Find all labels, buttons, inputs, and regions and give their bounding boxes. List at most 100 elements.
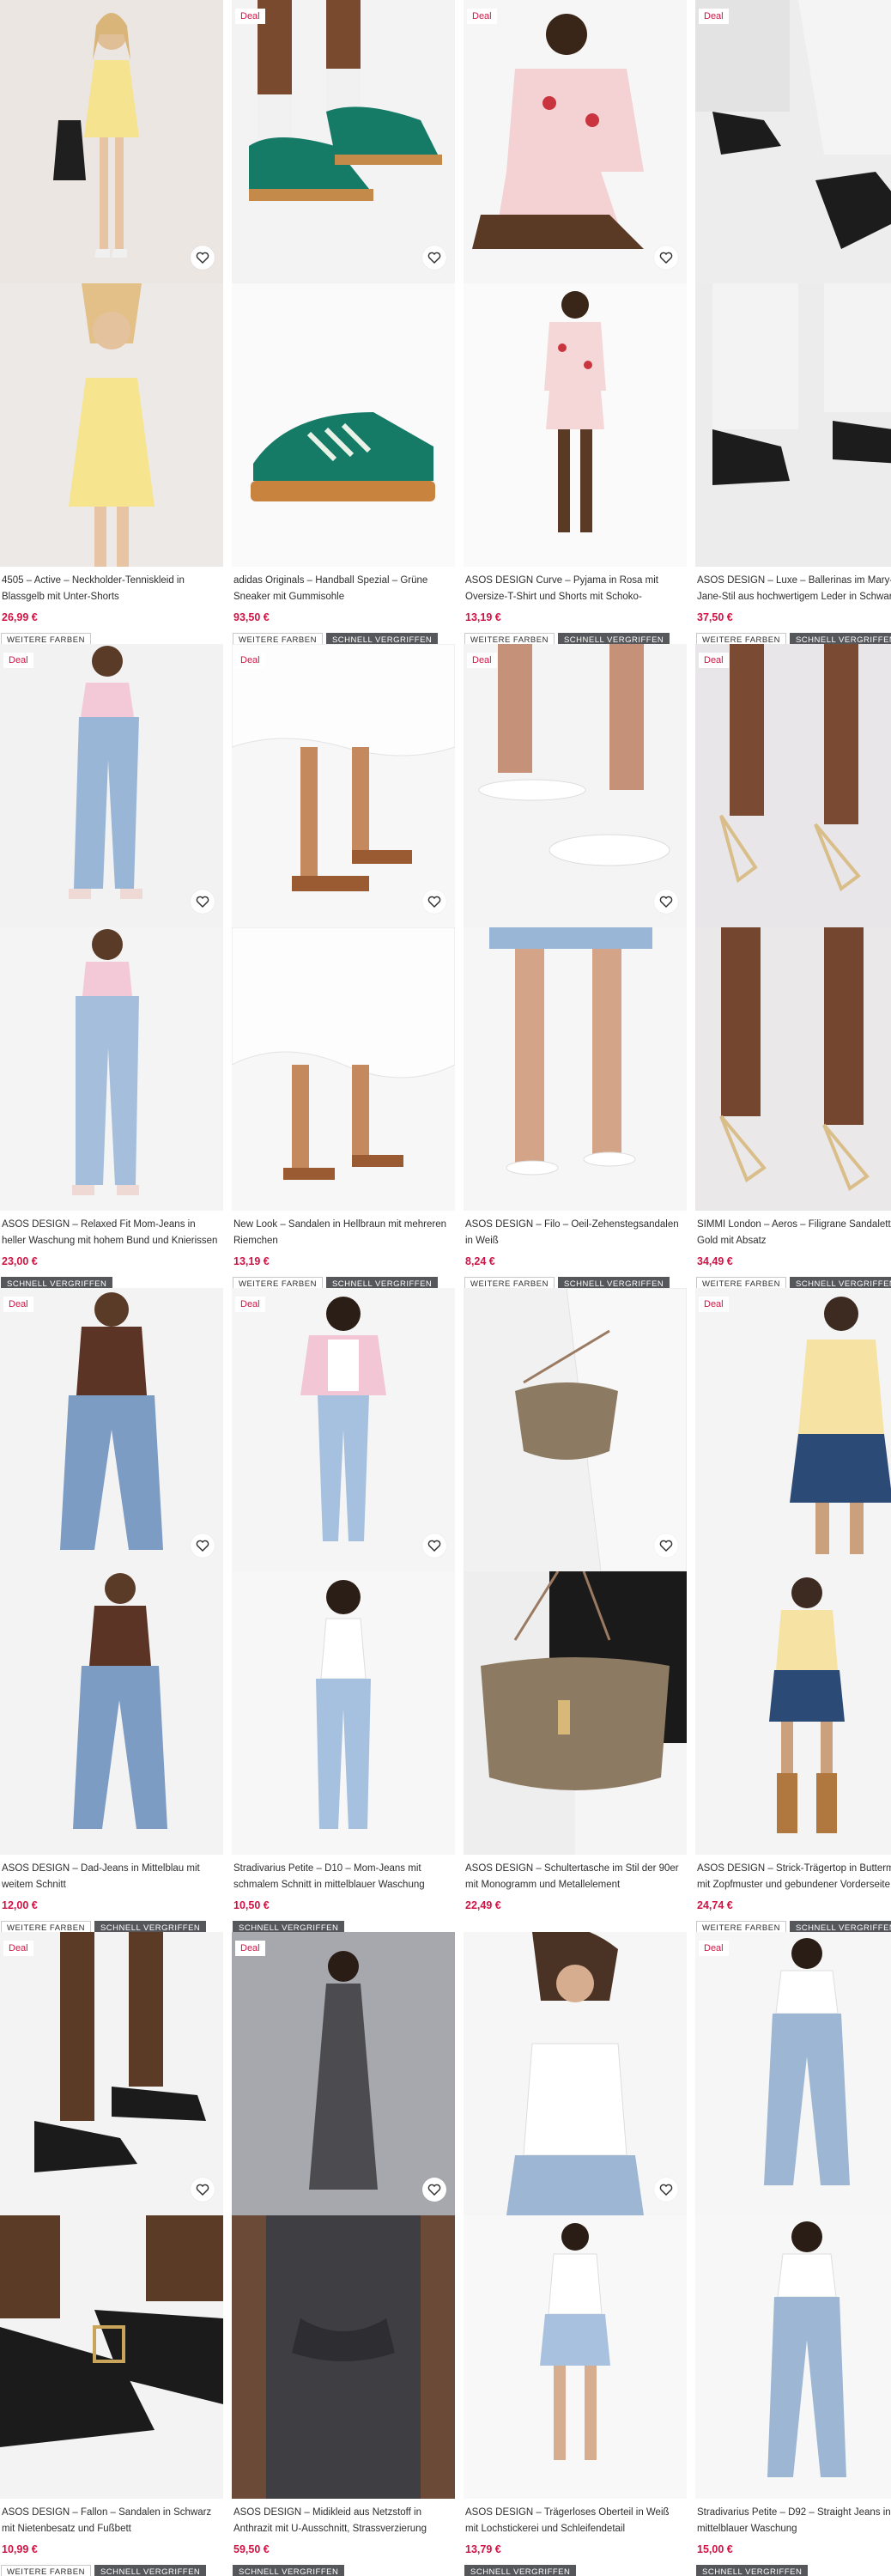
selling-fast-badge: SCHNELL VERGRIFFEN [94,1921,207,1932]
product-card[interactable]: Deal ASOS DESIGN – Filo – Oeil-Zehensteg… [464,644,687,1288]
product-image[interactable]: Deal [232,0,455,283]
wishlist-button[interactable] [422,1534,446,1558]
product-image-alt[interactable] [695,2215,891,2499]
product-image-alt[interactable] [232,1571,455,1855]
product-title[interactable]: ASOS DESIGN – Trägerloses Oberteil in We… [464,2505,687,2537]
product-image[interactable]: Deal [695,644,891,927]
product-image-alt[interactable] [232,2215,455,2499]
product-image[interactable]: Deal [695,1932,891,2215]
product-image-alt[interactable] [0,283,223,567]
product-image-alt[interactable] [0,2215,223,2499]
product-image[interactable]: Deal [695,0,891,283]
product-title[interactable]: ASOS DESIGN – Relaxed Fit Mom-Jeans in h… [0,1217,223,1249]
product-card[interactable]: 4505 – Active – Neckholder-Tenniskleid i… [0,0,223,644]
product-title[interactable]: ASOS DESIGN – Midikleid aus Netzstoff in… [232,2505,455,2537]
product-title[interactable]: ASOS DESIGN – Luxe – Ballerinas im Mary-… [695,573,891,605]
product-title[interactable]: SIMMI London – Aeros – Filigrane Sandale… [695,1217,891,1249]
selling-fast-badge: SCHNELL VERGRIFFEN [233,2565,345,2576]
product-image[interactable]: Deal [0,1932,223,2215]
wishlist-button[interactable] [422,890,446,914]
product-title[interactable]: ASOS DESIGN Curve – Pyjama in Rosa mit O… [464,573,687,605]
product-title[interactable]: adidas Originals – Handball Spezial – Gr… [232,573,455,605]
wishlist-button[interactable] [422,246,446,270]
product-price: 23,00 € [2,1255,38,1267]
product-title[interactable]: New Look – Sandalen in Hellbraun mit meh… [232,1217,455,1249]
wishlist-button[interactable] [654,1534,678,1558]
product-card[interactable]: Deal adidas Originals – Handball Spezial… [232,0,455,644]
deal-badge: Deal [3,653,33,668]
product-image[interactable] [464,1288,687,1571]
heart-icon [196,1540,209,1552]
product-price: 10,99 € [2,2543,38,2555]
wishlist-button[interactable] [654,890,678,914]
more-colors-badge: WEITERE FARBEN [1,1921,91,1932]
product-image-alt[interactable] [464,927,687,1211]
product-image[interactable]: Deal [695,1288,891,1571]
product-image-alt[interactable] [232,283,455,567]
product-title[interactable]: ASOS DESIGN – Fallon – Sandalen in Schwa… [0,2505,223,2537]
product-image[interactable] [464,1932,687,2215]
heart-icon [196,896,209,908]
product-title[interactable]: 4505 – Active – Neckholder-Tenniskleid i… [0,573,223,605]
selling-fast-badge: SCHNELL VERGRIFFEN [696,2565,809,2576]
product-image[interactable]: Deal [464,644,687,927]
product-price: 15,00 € [697,2543,733,2555]
product-card[interactable]: Deal ASOS DESIGN – Luxe – Ballerinas im … [695,0,891,644]
product-card[interactable]: Deal ASOS DESIGN – Dad-Jeans in Mittelbl… [0,1288,223,1932]
wishlist-button[interactable] [191,890,215,914]
product-image[interactable]: Deal [464,0,687,283]
product-title[interactable]: Stradivarius Petite – D10 – Mom-Jeans mi… [232,1861,455,1893]
product-card[interactable]: Deal ASOS DESIGN – Midikleid aus Netzsto… [232,1932,455,2576]
product-image[interactable]: Deal [0,644,223,927]
product-card[interactable]: Deal New Look – Sandalen in Hellbraun mi… [232,644,455,1288]
product-title[interactable]: Stradivarius Petite – D92 – Straight Jea… [695,2505,891,2537]
product-title[interactable]: ASOS DESIGN – Strick-Trägertop in Butter… [695,1861,891,1893]
wishlist-button[interactable] [654,246,678,270]
product-card[interactable]: Deal SIMMI London – Aeros – Filigrane Sa… [695,644,891,1288]
product-image-alt[interactable] [695,1571,891,1855]
product-title[interactable]: ASOS DESIGN – Dad-Jeans in Mittelblau mi… [0,1861,223,1893]
product-price: 37,50 € [697,611,733,623]
badge-row: WEITERE FARBEN SCHNELL VERGRIFFEN [0,2565,223,2576]
product-image[interactable] [0,0,223,283]
heart-icon [427,2184,441,2196]
product-image-alt[interactable] [464,283,687,567]
deal-badge: Deal [699,9,729,24]
product-image-alt[interactable] [0,927,223,1211]
product-card[interactable]: Deal ASOS DESIGN – Relaxed Fit Mom-Jeans… [0,644,223,1288]
selling-fast-badge: SCHNELL VERGRIFFEN [325,1277,439,1288]
product-card[interactable]: Deal Stradivarius Petite – D92 – Straigh… [695,1932,891,2576]
product-card[interactable]: ASOS DESIGN – Trägerloses Oberteil in We… [464,1932,687,2576]
product-title[interactable]: ASOS DESIGN – Schultertasche im Stil der… [464,1861,687,1893]
product-image[interactable]: Deal [0,1288,223,1571]
product-card[interactable]: Deal ASOS DESIGN – Fallon – Sandalen in … [0,1932,223,2576]
product-image-alt[interactable] [232,927,455,1211]
badge-row: WEITERE FARBEN SCHNELL VERGRIFFEN [232,1277,455,1288]
product-card[interactable]: Deal ASOS DESIGN Curve – Pyjama in Rosa … [464,0,687,644]
product-card[interactable]: Deal ASOS DESIGN – Strick-Trägertop in B… [695,1288,891,1932]
product-card[interactable]: Deal Stradivarius Petite – D10 – Mom-Jea… [232,1288,455,1932]
product-price: 59,50 € [233,2543,270,2555]
product-image-alt[interactable] [695,283,891,567]
wishlist-button[interactable] [191,1534,215,1558]
product-price: 22,49 € [465,1899,501,1911]
product-image[interactable]: Deal [232,1288,455,1571]
wishlist-button[interactable] [191,2178,215,2202]
product-card[interactable]: ASOS DESIGN – Schultertasche im Stil der… [464,1288,687,1932]
deal-badge: Deal [699,1297,729,1312]
more-colors-badge: WEITERE FARBEN [696,1921,786,1932]
heart-icon [659,2184,673,2196]
selling-fast-badge: SCHNELL VERGRIFFEN [233,1921,345,1932]
product-image-alt[interactable] [464,1571,687,1855]
product-image[interactable]: Deal [232,1932,455,2215]
badge-row: SCHNELL VERGRIFFEN [464,2565,687,2576]
product-title[interactable]: ASOS DESIGN – Filo – Oeil-Zehenstegsanda… [464,1217,687,1249]
product-image-alt[interactable] [0,1571,223,1855]
wishlist-button[interactable] [654,2178,678,2202]
selling-fast-badge: SCHNELL VERGRIFFEN [789,1921,891,1932]
wishlist-button[interactable] [422,2178,446,2202]
product-image-alt[interactable] [464,2215,687,2499]
product-image-alt[interactable] [695,927,891,1211]
product-image[interactable]: Deal [232,644,455,927]
wishlist-button[interactable] [191,246,215,270]
